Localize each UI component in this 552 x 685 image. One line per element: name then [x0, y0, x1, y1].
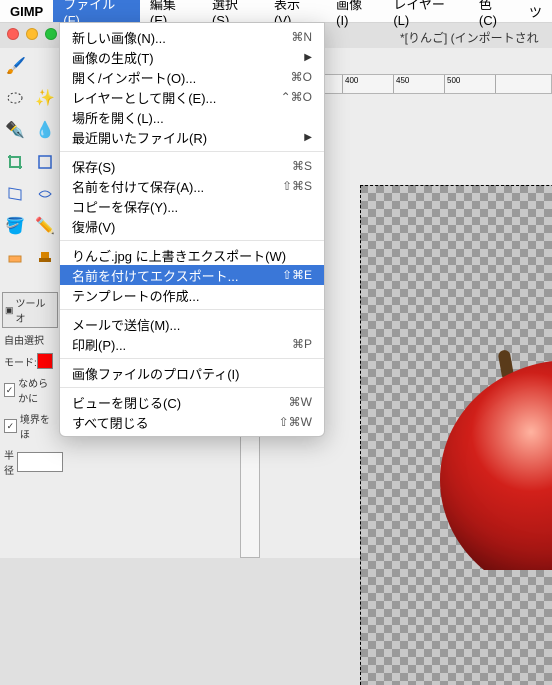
- minimize-dot[interactable]: [26, 28, 38, 40]
- image-content-apple: [440, 350, 552, 570]
- menu-item-shortcut: ⇧⌘E: [282, 268, 312, 282]
- tool-fuzzy-select-icon[interactable]: ✨: [31, 83, 59, 113]
- menu-color[interactable]: 色(C): [469, 0, 519, 22]
- antialias-checkbox[interactable]: ✓: [4, 383, 15, 397]
- menu-item[interactable]: 名前を付けて保存(A)... ⇧⌘S: [60, 176, 324, 196]
- menu-item-shortcut: ⌘S: [292, 159, 312, 173]
- menu-item-label: 名前を付けてエクスポート...: [72, 266, 238, 285]
- menu-item[interactable]: 場所を開く(L)...: [60, 107, 324, 127]
- file-menu-dropdown: 新しい画像(N)... ⌘N 画像の生成(T) ▶ 開く/インポート(O)... ⌘O レイ…: [59, 22, 325, 437]
- menu-item-label: メールで送信(M)...: [72, 315, 180, 334]
- menu-item[interactable]: りんご.jpg に上書きエクスポート(W): [60, 245, 324, 265]
- tool-bucket-icon[interactable]: 🪣: [1, 211, 29, 241]
- menu-item-label: 画像ファイルのプロパティ(I): [72, 364, 240, 383]
- menu-item-label: ビューを閉じる(C): [72, 393, 181, 412]
- menu-item[interactable]: 保存(S) ⌘S: [60, 156, 324, 176]
- menu-item-label: りんご.jpg に上書きエクスポート(W): [72, 246, 286, 265]
- antialias-label: なめらかに: [18, 375, 56, 405]
- menu-item-shortcut: ⌘P: [292, 337, 312, 351]
- menubar: GIMP ファイル(F) 編集(E) 選択(S) 表示(V) 画像(I) レイヤ…: [0, 0, 552, 23]
- menu-item-label: 最近開いたファイル(R): [72, 128, 207, 147]
- menu-item-label: コピーを保存(Y)...: [72, 197, 178, 216]
- menu-item-label: テンプレートの作成...: [72, 286, 199, 305]
- menu-item[interactable]: ビューを閉じる(C) ⌘W: [60, 392, 324, 412]
- menu-item[interactable]: レイヤーとして開く(E)... ⌃⌘O: [60, 87, 324, 107]
- menu-item-label: 復帰(V): [72, 217, 115, 236]
- tool-circle-select-icon[interactable]: [1, 83, 29, 113]
- tool-shear-icon[interactable]: [1, 179, 29, 209]
- app-name: GIMP: [0, 4, 53, 19]
- feather-checkbox[interactable]: ✓: [4, 419, 17, 433]
- tool-name-label: 自由選択: [2, 330, 58, 349]
- menu-layer[interactable]: レイヤー(L): [383, 0, 469, 22]
- menu-item-shortcut: ⌃⌘O: [281, 90, 312, 104]
- menu-item-shortcut: ⇧⌘S: [282, 179, 312, 193]
- menu-item[interactable]: 復帰(V): [60, 216, 324, 236]
- menu-edit[interactable]: 編集(E): [140, 0, 202, 22]
- menu-item[interactable]: すべて閉じる ⇧⌘W: [60, 412, 324, 432]
- submenu-arrow-icon: ▶: [304, 52, 312, 63]
- menu-item[interactable]: 画像の生成(T) ▶: [60, 47, 324, 67]
- tool-picker-icon[interactable]: 💧: [31, 115, 59, 145]
- menu-item-shortcut: ⌘W: [289, 395, 312, 409]
- menu-item-shortcut: ⌘O: [291, 70, 312, 84]
- menu-item-label: 開く/インポート(O)...: [72, 68, 196, 87]
- mode-label: モード:: [4, 354, 37, 369]
- menu-item-label: 画像の生成(T): [72, 48, 154, 67]
- feather-label: 境界をほ: [20, 411, 56, 441]
- menu-item[interactable]: 画像ファイルのプロパティ(I): [60, 363, 324, 383]
- radius-input[interactable]: [17, 452, 63, 472]
- menu-item-label: 保存(S): [72, 157, 115, 176]
- menu-item-label: 新しい画像(N)...: [72, 28, 166, 47]
- tool-cage-icon[interactable]: [31, 179, 59, 209]
- menu-select[interactable]: 選択(S): [202, 0, 264, 22]
- tool-crop-icon[interactable]: [1, 147, 29, 177]
- menu-item[interactable]: 名前を付けてエクスポート... ⇧⌘E: [60, 265, 324, 285]
- window-title: *[りんご] (インポートされ: [400, 29, 539, 46]
- tool-options-panel: ▣ ツールオ 自由選択 モード: ✓ なめらかに ✓ 境界をほ 半径: [0, 290, 60, 481]
- tool-lasso-icon[interactable]: 🖌️: [1, 51, 31, 81]
- tool-transform-icon[interactable]: [31, 147, 59, 177]
- tool-pencil-icon[interactable]: ✏️: [31, 211, 59, 241]
- menu-item-label: 印刷(P)...: [72, 335, 126, 354]
- menu-image[interactable]: 画像(I): [326, 0, 383, 22]
- menu-item[interactable]: 開く/インポート(O)... ⌘O: [60, 67, 324, 87]
- tool-eraser-icon[interactable]: [1, 243, 29, 273]
- menu-item[interactable]: メールで送信(M)...: [60, 314, 324, 334]
- zoom-dot[interactable]: [45, 28, 57, 40]
- menu-item-label: すべて閉じる: [72, 413, 149, 432]
- menu-item-label: 場所を開く(L)...: [72, 108, 164, 127]
- menu-item[interactable]: コピーを保存(Y)...: [60, 196, 324, 216]
- tool-pen-icon[interactable]: ✒️: [1, 115, 29, 145]
- menu-item[interactable]: テンプレートの作成...: [60, 285, 324, 305]
- menu-item-label: 名前を付けて保存(A)...: [72, 177, 204, 196]
- mode-swatch[interactable]: [37, 353, 53, 369]
- tool-stamp-icon[interactable]: [31, 243, 59, 273]
- menu-tools-truncated[interactable]: ツ: [519, 0, 552, 22]
- menu-item[interactable]: 新しい画像(N)... ⌘N: [60, 27, 324, 47]
- menu-item-shortcut: ⌘N: [291, 30, 312, 44]
- tool-options-header: ツールオ: [16, 295, 55, 325]
- menu-file[interactable]: ファイル(F): [53, 0, 140, 22]
- menu-item[interactable]: 印刷(P)... ⌘P: [60, 334, 324, 354]
- menu-view[interactable]: 表示(V): [264, 0, 326, 22]
- toolbox: 🖌️ ✨ ✒️ 💧 🪣 ✏️: [0, 50, 60, 274]
- submenu-arrow-icon: ▶: [304, 132, 312, 143]
- window-controls: [7, 28, 57, 40]
- radius-label: 半径: [4, 447, 14, 477]
- menu-item-label: レイヤーとして開く(E)...: [72, 88, 216, 107]
- menu-item-shortcut: ⇧⌘W: [279, 415, 312, 429]
- close-dot[interactable]: [7, 28, 19, 40]
- menu-item[interactable]: 最近開いたファイル(R) ▶: [60, 127, 324, 147]
